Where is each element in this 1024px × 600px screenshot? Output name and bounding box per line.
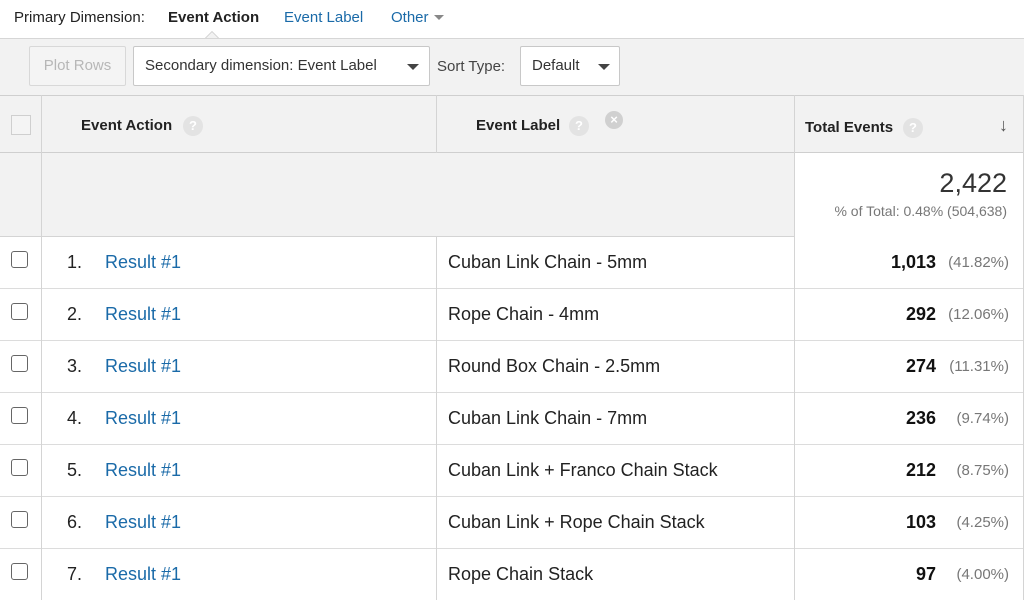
event-action-link[interactable]: Result #1 [105, 356, 181, 377]
header-total-events[interactable]: Total Events [805, 119, 893, 136]
help-icon[interactable]: ? [903, 118, 923, 138]
totals-cell: 2,422 % of Total: 0.48% (504,638) [795, 153, 1024, 237]
dimension-event-label-link[interactable]: Event Label [284, 9, 363, 26]
table-row: 6. Result #1 Cuban Link + Rope Chain Sta… [0, 497, 1024, 549]
percent-cell: (12.06%) [948, 306, 1009, 323]
table-row: 7. Result #1 Rope Chain Stack 97 (4.00%) [0, 549, 1024, 600]
percent-cell: (8.75%) [956, 462, 1009, 479]
row-number: 6. [67, 512, 83, 532]
row-checkbox[interactable] [11, 563, 28, 580]
total-events-cell: 292 [905, 304, 936, 324]
total-events-cell: 274 [905, 356, 936, 376]
column-divider [436, 237, 437, 600]
row-number: 1. [67, 252, 83, 272]
table-row: 5. Result #1 Cuban Link + Franco Chain S… [0, 445, 1024, 497]
event-label-cell: Round Box Chain - 2.5mm [448, 356, 661, 376]
table-row: 1. Result #1 Cuban Link Chain - 5mm 1,01… [0, 237, 1024, 289]
table-row: 2. Result #1 Rope Chain - 4mm 292 (12.06… [0, 289, 1024, 341]
plot-rows-button[interactable]: Plot Rows [29, 46, 126, 86]
help-icon[interactable]: ? [569, 116, 589, 136]
sort-type-dropdown[interactable]: Default [520, 46, 620, 86]
event-label-cell: Cuban Link + Rope Chain Stack [448, 512, 705, 532]
row-checkbox[interactable] [11, 303, 28, 320]
row-checkbox[interactable] [11, 251, 28, 268]
event-label-cell: Cuban Link + Franco Chain Stack [448, 460, 718, 480]
secondary-dimension-dropdown[interactable]: Secondary dimension: Event Label [133, 46, 430, 86]
sort-type-label: Sort Type: [437, 58, 506, 75]
row-checkbox[interactable] [11, 511, 28, 528]
total-events-cell: 236 [905, 408, 936, 428]
event-action-link[interactable]: Result #1 [105, 564, 181, 585]
select-all-checkbox[interactable] [11, 115, 31, 135]
total-events-cell: 97 [915, 564, 936, 584]
dimension-event-action-active[interactable]: Event Action [168, 9, 259, 26]
row-number: 4. [67, 408, 83, 428]
column-divider [794, 95, 795, 600]
event-label-cell: Rope Chain - 4mm [448, 304, 600, 324]
primary-dimension-label: Primary Dimension: [14, 9, 145, 26]
event-action-link[interactable]: Result #1 [105, 460, 181, 481]
percent-cell: (9.74%) [956, 410, 1009, 427]
totals-row: 2,422 % of Total: 0.48% (504,638) [0, 153, 1024, 237]
row-number: 3. [67, 356, 83, 376]
remove-dimension-icon[interactable]: × [605, 111, 623, 129]
event-action-link[interactable]: Result #1 [105, 408, 181, 429]
percent-cell: (11.31%) [949, 358, 1009, 375]
event-action-link[interactable]: Result #1 [105, 512, 181, 533]
row-checkbox[interactable] [11, 355, 28, 372]
chevron-down-icon [598, 64, 610, 70]
event-label-cell: Rope Chain Stack [448, 564, 594, 584]
event-label-cell: Cuban Link Chain - 7mm [448, 408, 648, 428]
percent-cell: (41.82%) [948, 254, 1009, 271]
total-events-value: 2,422 [939, 168, 1007, 198]
total-events-percent: % of Total: 0.48% (504,638) [834, 203, 1007, 219]
sort-type-value: Default [532, 57, 580, 74]
chevron-down-icon [407, 64, 419, 70]
table-row: 3. Result #1 Round Box Chain - 2.5mm 274… [0, 341, 1024, 393]
column-divider [41, 95, 42, 600]
percent-cell: (4.25%) [956, 514, 1009, 531]
help-icon[interactable]: ? [183, 116, 203, 136]
total-events-cell: 212 [905, 460, 936, 480]
header-event-action[interactable]: Event Action [81, 117, 172, 134]
event-action-link[interactable]: Result #1 [105, 252, 181, 273]
row-number: 5. [67, 460, 83, 480]
chevron-down-icon [434, 15, 444, 20]
table-header: Event Action ? Event Label ? × Total Eve… [0, 95, 1024, 153]
row-number: 7. [67, 564, 83, 584]
event-label-cell: Cuban Link Chain - 5mm [448, 252, 648, 272]
header-event-label[interactable]: Event Label [476, 117, 560, 134]
total-events-cell: 1,013 [890, 252, 936, 272]
row-number: 2. [67, 304, 83, 324]
table-row: 4. Result #1 Cuban Link Chain - 7mm 236 … [0, 393, 1024, 445]
percent-cell: (4.00%) [956, 566, 1009, 583]
row-checkbox[interactable] [11, 459, 28, 476]
sort-descending-icon[interactable]: ↓ [999, 115, 1008, 136]
total-events-cell: 103 [905, 512, 936, 532]
primary-dimension-bar: Primary Dimension: Event Action Event La… [0, 0, 1024, 39]
column-divider [436, 95, 437, 153]
row-checkbox[interactable] [11, 407, 28, 424]
dimension-other-dropdown[interactable]: Other [391, 9, 429, 26]
event-action-link[interactable]: Result #1 [105, 304, 181, 325]
secondary-dimension-label: Secondary dimension: Event Label [145, 57, 377, 74]
table-toolbar: Plot Rows Secondary dimension: Event Lab… [0, 38, 1024, 95]
